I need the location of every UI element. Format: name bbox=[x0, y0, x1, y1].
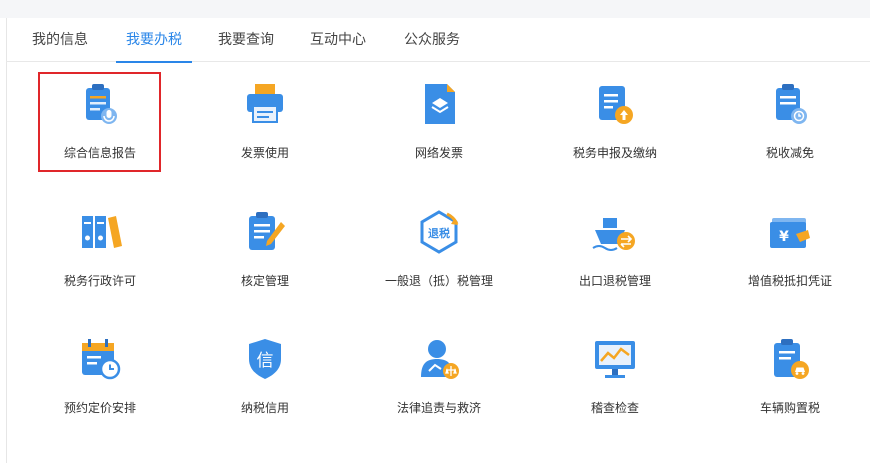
tile-label: 法律追责与救济 bbox=[396, 401, 481, 415]
tab-public-service[interactable]: 公众服务 bbox=[402, 18, 462, 62]
tab-query[interactable]: 我要查询 bbox=[216, 18, 276, 62]
tile-vehicle-purchase-tax[interactable]: 车辆购置税 bbox=[705, 323, 870, 433]
monitor-chart-icon bbox=[595, 341, 635, 378]
tile-export-refund-management[interactable]: 出口退税管理 bbox=[530, 196, 700, 306]
document-upload-icon bbox=[599, 86, 633, 124]
tile-label: 核定管理 bbox=[240, 274, 289, 288]
refund-icon-text: 退税 bbox=[428, 226, 450, 240]
tile-label: 预约定价安排 bbox=[63, 401, 136, 415]
tile-label: 稽查检查 bbox=[590, 401, 639, 415]
printer-icon bbox=[247, 84, 283, 123]
tile-online-invoice[interactable]: 网络发票 bbox=[354, 68, 524, 178]
tile-inspection[interactable]: 稽查检查 bbox=[530, 323, 700, 433]
tile-assessment-management[interactable]: 核定管理 bbox=[180, 196, 350, 306]
tile-tax-filing-payment[interactable]: 税务申报及缴纳 bbox=[530, 68, 700, 178]
tile-label: 税收减免 bbox=[765, 146, 814, 160]
binders-icon bbox=[82, 216, 122, 248]
tile-label: 增值税抵扣凭证 bbox=[747, 274, 832, 288]
tile-invoice-use[interactable]: 发票使用 bbox=[180, 68, 350, 178]
tile-label: 税务申报及缴纳 bbox=[572, 146, 657, 160]
tile-administrative-license[interactable]: 税务行政许可 bbox=[15, 196, 185, 306]
tile-label: 综合信息报告 bbox=[63, 146, 136, 160]
top-strip bbox=[0, 0, 870, 18]
ship-exchange-icon bbox=[592, 218, 635, 251]
tile-label: 发票使用 bbox=[240, 146, 289, 160]
credit-icon-text: 信 bbox=[257, 351, 274, 371]
tile-label: 出口退税管理 bbox=[578, 274, 651, 288]
tile-general-refund-management[interactable]: 退税 一般退（抵）税管理 bbox=[354, 196, 524, 306]
clipboard-microphone-icon bbox=[86, 84, 117, 124]
tile-label: 一般退（抵）税管理 bbox=[384, 274, 493, 288]
tile-label: 纳税信用 bbox=[240, 401, 289, 415]
voucher-yuan-icon: ¥ bbox=[770, 218, 810, 248]
credit-shield-icon: 信 bbox=[249, 339, 281, 379]
refund-hexagon-icon: 退税 bbox=[420, 210, 459, 254]
tile-advance-pricing[interactable]: 预约定价安排 bbox=[15, 323, 185, 433]
tile-legal-remedy[interactable]: 法律追责与救济 bbox=[354, 323, 524, 433]
tab-my-info[interactable]: 我的信息 bbox=[30, 18, 90, 62]
tile-comprehensive-info-report[interactable]: 综合信息报告 bbox=[15, 68, 185, 178]
clipboard-pencil-icon bbox=[249, 212, 285, 250]
tile-label: 税务行政许可 bbox=[63, 274, 136, 288]
tile-label: 网络发票 bbox=[414, 146, 463, 160]
clipboard-car-icon bbox=[774, 339, 809, 379]
judge-scales-icon bbox=[421, 340, 459, 379]
tile-vat-deduction-voucher[interactable]: ¥ 增值税抵扣凭证 bbox=[705, 196, 870, 306]
tab-bar: 我的信息 我要办税 我要查询 互动中心 公众服务 bbox=[6, 18, 870, 63]
yuan-icon-text: ¥ bbox=[779, 229, 789, 245]
tile-tax-credit[interactable]: 信 纳税信用 bbox=[180, 323, 350, 433]
document-layers-icon bbox=[425, 84, 455, 124]
calendar-clock-icon bbox=[82, 339, 121, 380]
tile-label: 车辆购置税 bbox=[759, 401, 820, 415]
tab-interaction-center[interactable]: 互动中心 bbox=[308, 18, 368, 62]
tab-tax-handling[interactable]: 我要办税 bbox=[116, 18, 192, 63]
tile-tax-reduction[interactable]: 税收减免 bbox=[705, 68, 870, 178]
clipboard-clock-icon bbox=[776, 84, 807, 124]
